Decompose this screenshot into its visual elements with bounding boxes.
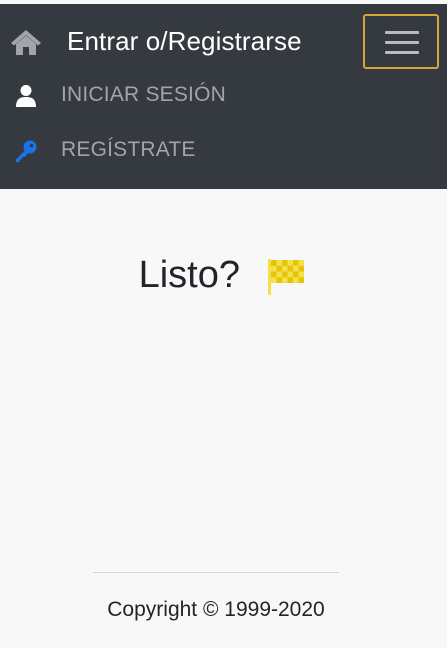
copyright-text: Copyright © 1999-2020 [107, 598, 325, 621]
page: Entrar o/Registrarse INICIAR SESIÓN REGÍ… [0, 0, 447, 648]
navbar: Entrar o/Registrarse INICIAR SESIÓN REGÍ… [0, 4, 447, 189]
nav-item-registrate[interactable]: REGÍSTRATE [0, 129, 447, 173]
nav-item-label: INICIAR SESIÓN [61, 83, 226, 106]
user-icon [14, 84, 38, 108]
brand-title[interactable]: Entrar o/Registrarse [67, 26, 302, 57]
navbar-toggler-button[interactable] [363, 14, 439, 69]
key-icon [14, 139, 38, 163]
nav-item-label: REGÍSTRATE [61, 138, 196, 161]
hamburger-menu-icon [385, 41, 419, 44]
hamburger-menu-icon [385, 31, 419, 34]
home-icon[interactable] [10, 28, 42, 56]
footer-divider [93, 572, 339, 573]
nav-item-iniciar-sesion[interactable]: INICIAR SESIÓN [0, 74, 447, 118]
hamburger-menu-icon [385, 51, 419, 54]
brand-row: Entrar o/Registrarse [0, 4, 447, 80]
page-title: Listo? [138, 254, 240, 296]
main-heading: Listo? [0, 254, 447, 310]
checkered-flag-icon [266, 255, 308, 297]
